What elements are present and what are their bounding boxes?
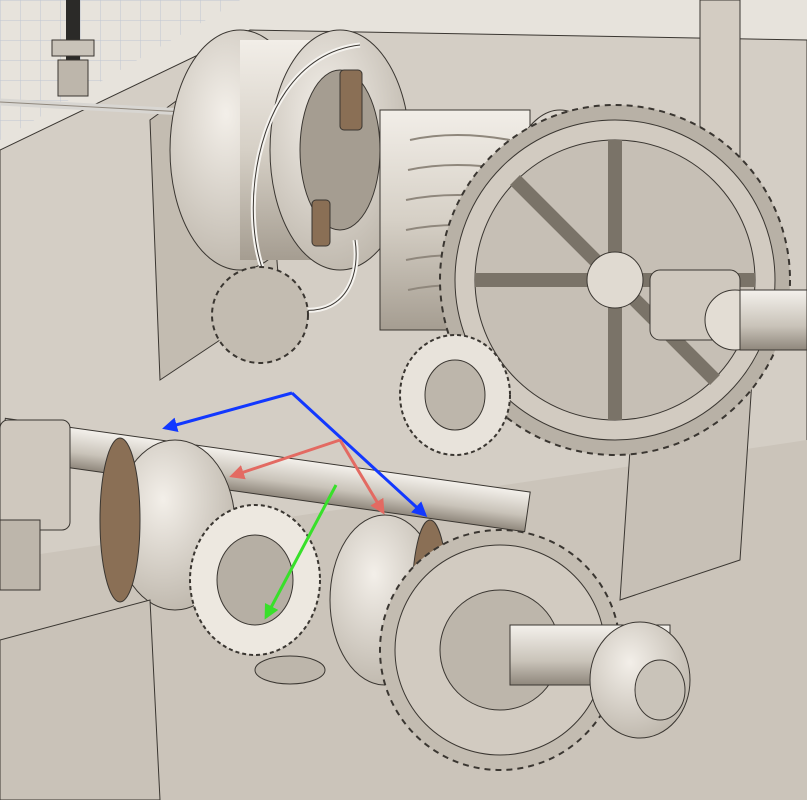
upper-bevel-gear [399,334,511,456]
gear-base-boss [254,655,326,685]
cad-render-canvas [0,0,807,800]
central-bevel-gear [189,504,321,656]
small-upper-gear [211,266,309,364]
bronze-bracket-upper [339,69,363,131]
bronze-bracket-mid [311,199,331,247]
upper-drum-left [169,29,411,271]
mechanism-illustration [0,0,807,800]
